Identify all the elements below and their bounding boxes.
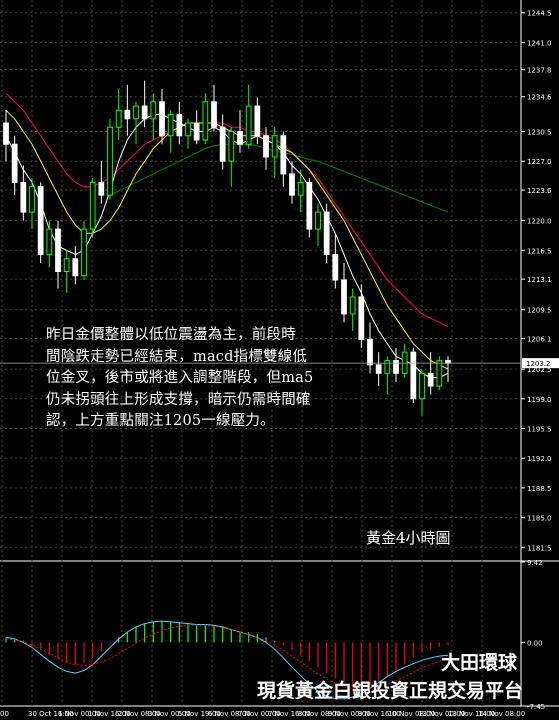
candle-body — [393, 360, 399, 374]
candle-body — [11, 143, 18, 183]
candle-body — [98, 181, 105, 196]
candle-body — [124, 109, 131, 120]
macd-tick-label: 0.00 — [527, 639, 543, 647]
macd-tick-label: 9.42 — [527, 559, 543, 567]
analysis-annotation: 昨日金價整體以低位震盪為主，前段時 間陰跌走勢已經結束，macd指標雙線低 位金… — [46, 325, 376, 433]
candle-body — [306, 181, 313, 230]
annotation-line: 間陰跌走勢已經結束，macd指標雙線低 — [46, 348, 308, 365]
price-tick-label: 1244.5 — [527, 10, 552, 18]
price-tick-label: 1181.5 — [527, 544, 552, 552]
candle-body — [185, 122, 191, 137]
candle-body — [115, 109, 122, 128]
ma-long-line — [109, 143, 449, 213]
brand-name: 大田環球 — [440, 652, 517, 674]
candle-body — [271, 135, 278, 158]
candle-body — [37, 186, 44, 256]
candle-body — [72, 258, 79, 277]
candle-body — [332, 254, 339, 281]
candle-body — [46, 228, 53, 256]
candle-body — [289, 173, 295, 196]
candle-body — [436, 360, 443, 387]
candle-body — [280, 135, 287, 175]
candle-body — [89, 181, 96, 230]
price-tick-label: 1234.6 — [527, 94, 552, 102]
price-tick-label: 1223.6 — [527, 187, 552, 195]
candle-body — [410, 351, 417, 400]
candle-body — [419, 372, 425, 400]
candle-body — [245, 105, 252, 145]
ma-slow-line — [5, 92, 449, 328]
candle-body — [427, 372, 434, 387]
price-tick-label: 1209.5 — [527, 307, 552, 315]
candle-body — [315, 211, 321, 230]
price-tick-label: 1199.0 — [527, 396, 552, 404]
candle-body — [20, 181, 27, 213]
price-tick-label: 1206.1 — [527, 336, 552, 344]
candle-body — [150, 101, 157, 120]
macd-tick-label: -7.45 — [527, 703, 545, 711]
brand-slogan: 現貨黃金白銀投資正規交易平台 — [256, 680, 523, 702]
candle-body — [237, 131, 243, 145]
candle-body — [341, 279, 347, 315]
candle-body — [63, 258, 70, 273]
price-tick-label: 1192.0 — [527, 455, 552, 463]
current-price-label: 1203.2 — [526, 360, 551, 368]
candle-body — [228, 131, 235, 162]
annotation-line: 昨日金價整體以低位震盪為主，前段時 — [46, 327, 296, 343]
candle-body — [297, 181, 304, 196]
time-tick-label: 00 — [0, 710, 9, 718]
candle-body — [323, 211, 330, 256]
candle-body — [167, 114, 174, 137]
price-tick-label: 1195.5 — [527, 425, 552, 433]
candle-body — [193, 122, 200, 141]
candle-body — [254, 105, 261, 137]
price-tick-label: 1188.5 — [527, 485, 552, 493]
candle-body — [141, 105, 148, 120]
annotation-line: 位金叉，後市或將進入調整階段，但ma5 — [46, 370, 314, 386]
candle-body — [107, 126, 113, 196]
annotation-line: 認，上方重點關注1205一線壓力。 — [46, 413, 275, 429]
candle-body — [375, 364, 382, 374]
time-tick-label: 14 Nov 08:00 — [478, 710, 525, 718]
price-tick-label: 1213.1 — [527, 276, 552, 284]
candle-body — [176, 114, 183, 137]
price-tick-label: 1185.0 — [527, 515, 552, 523]
price-tick-label: 1227.0 — [527, 158, 552, 166]
chart-timeframe-label: 黃金4小時圖 — [366, 529, 451, 547]
candle-body — [202, 101, 209, 141]
candle-body — [211, 101, 217, 128]
candle-body — [263, 135, 269, 158]
annotation-line: 仍未拐頭往上形成支撐，暗示仍需時間確 — [46, 391, 311, 408]
candle-body — [55, 228, 61, 273]
candle-body — [81, 228, 87, 277]
candle-body — [401, 351, 408, 374]
candle-body — [29, 186, 35, 213]
price-tick-label: 1230.5 — [527, 129, 552, 137]
candle-body — [3, 122, 9, 145]
price-tick-label: 1216.5 — [527, 247, 552, 255]
candle-body — [159, 101, 165, 137]
candle-body — [219, 126, 226, 162]
price-tick-label: 1241.0 — [527, 39, 552, 47]
price-tick-label: 1237.8 — [527, 67, 552, 75]
price-tick-label: 1220.0 — [527, 218, 552, 226]
candle-body — [349, 296, 356, 315]
candle-body — [384, 360, 391, 374]
candle-body — [133, 105, 139, 120]
